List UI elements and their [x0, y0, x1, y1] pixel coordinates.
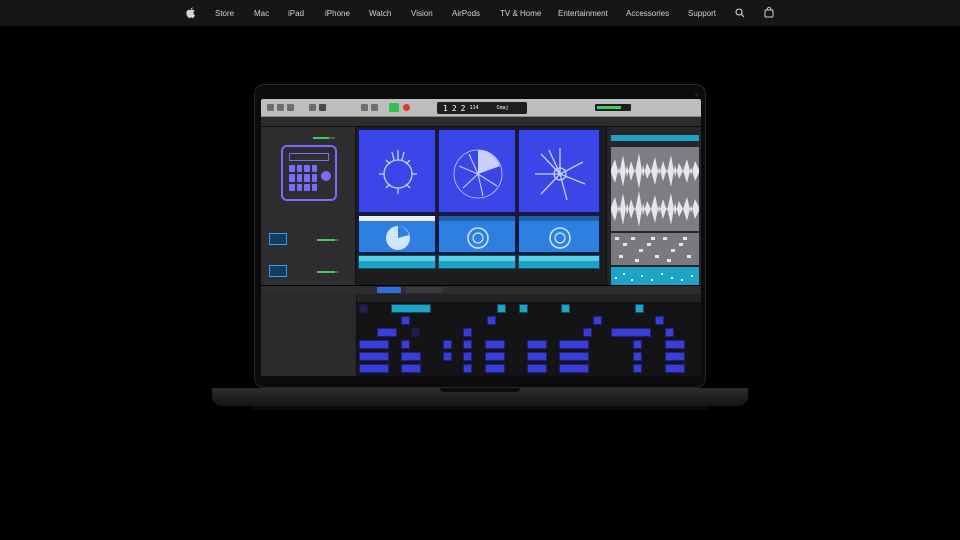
nav-item-tv-home[interactable]: TV & Home [500, 9, 541, 18]
bag-icon[interactable] [764, 6, 774, 20]
macbook-pro-image: 1 2 2 114 Cmaj [254, 84, 706, 388]
editor-icon [319, 104, 326, 111]
loop-cell [358, 129, 436, 213]
lcd-tempo: 114 [469, 105, 479, 111]
loop-cell [438, 215, 516, 253]
nav-item-accessories[interactable]: Accessories [626, 9, 669, 18]
step-sequencer-panel [261, 285, 701, 376]
laptop-screen: 1 2 2 114 Cmaj [261, 99, 701, 376]
loop-cell [438, 255, 516, 269]
mixer-icon [309, 104, 316, 111]
toolbar-icon [287, 104, 294, 111]
sequencer-header [261, 286, 701, 294]
apple-logo-icon[interactable] [186, 7, 196, 19]
track-icon [269, 233, 287, 245]
lcd-beat: 2 [451, 103, 457, 113]
nav-item-iphone[interactable]: iPhone [325, 9, 350, 18]
loop-cell [518, 255, 600, 269]
lcd-display: 1 2 2 114 Cmaj [437, 102, 527, 114]
play-icon [389, 103, 399, 112]
nav-item-mac[interactable]: Mac [254, 9, 269, 18]
tab-drum [377, 287, 401, 293]
nav-item-entertainment[interactable]: Entertainment [558, 9, 608, 18]
nav-item-ipad[interactable]: iPad [288, 9, 304, 18]
daw-subtoolbar [261, 117, 701, 127]
camera-dot [695, 93, 698, 96]
forward-icon [371, 104, 378, 111]
track-fader [317, 239, 339, 241]
nav-item-vision[interactable]: Vision [411, 9, 433, 18]
lcd-division: 2 [460, 103, 466, 113]
loop-cell [358, 255, 436, 269]
loop-cell [438, 129, 516, 213]
global-nav: Store Mac iPad iPhone Watch Vision AirPo… [0, 0, 960, 26]
tracks-panel [606, 127, 701, 285]
nav-item-watch[interactable]: Watch [369, 9, 391, 18]
lcd-bar: 1 [443, 103, 448, 113]
tab-velocity [405, 287, 443, 293]
rewind-icon [361, 104, 368, 111]
loop-cell [518, 129, 600, 213]
drum-machine-icon [281, 145, 337, 201]
ruler [611, 135, 699, 141]
live-loops-grid [356, 127, 606, 285]
loop-cell [518, 215, 600, 253]
sequencer-rows [261, 294, 357, 376]
track-fader [317, 271, 339, 273]
library-icon [267, 104, 274, 111]
inspector-panel [261, 127, 356, 285]
laptop-base [212, 388, 748, 406]
midi-region [611, 233, 699, 265]
step-grid [357, 302, 701, 376]
lcd-key: Cmaj [496, 105, 509, 111]
nav-item-airpods[interactable]: AirPods [452, 9, 480, 18]
inspector-icon [277, 104, 284, 111]
audio-waveform [611, 147, 699, 231]
search-icon[interactable] [735, 8, 745, 20]
nav-item-support[interactable]: Support [688, 9, 716, 18]
volume-fader [313, 137, 335, 139]
midi-region-teal [611, 267, 699, 285]
record-icon [403, 104, 410, 111]
daw-toolbar: 1 2 2 114 Cmaj [261, 99, 701, 117]
loop-cell [358, 215, 436, 253]
nav-item-store[interactable]: Store [215, 9, 234, 18]
laptop-shadow [250, 406, 710, 410]
track-icon [269, 265, 287, 277]
cpu-meter [595, 104, 631, 111]
